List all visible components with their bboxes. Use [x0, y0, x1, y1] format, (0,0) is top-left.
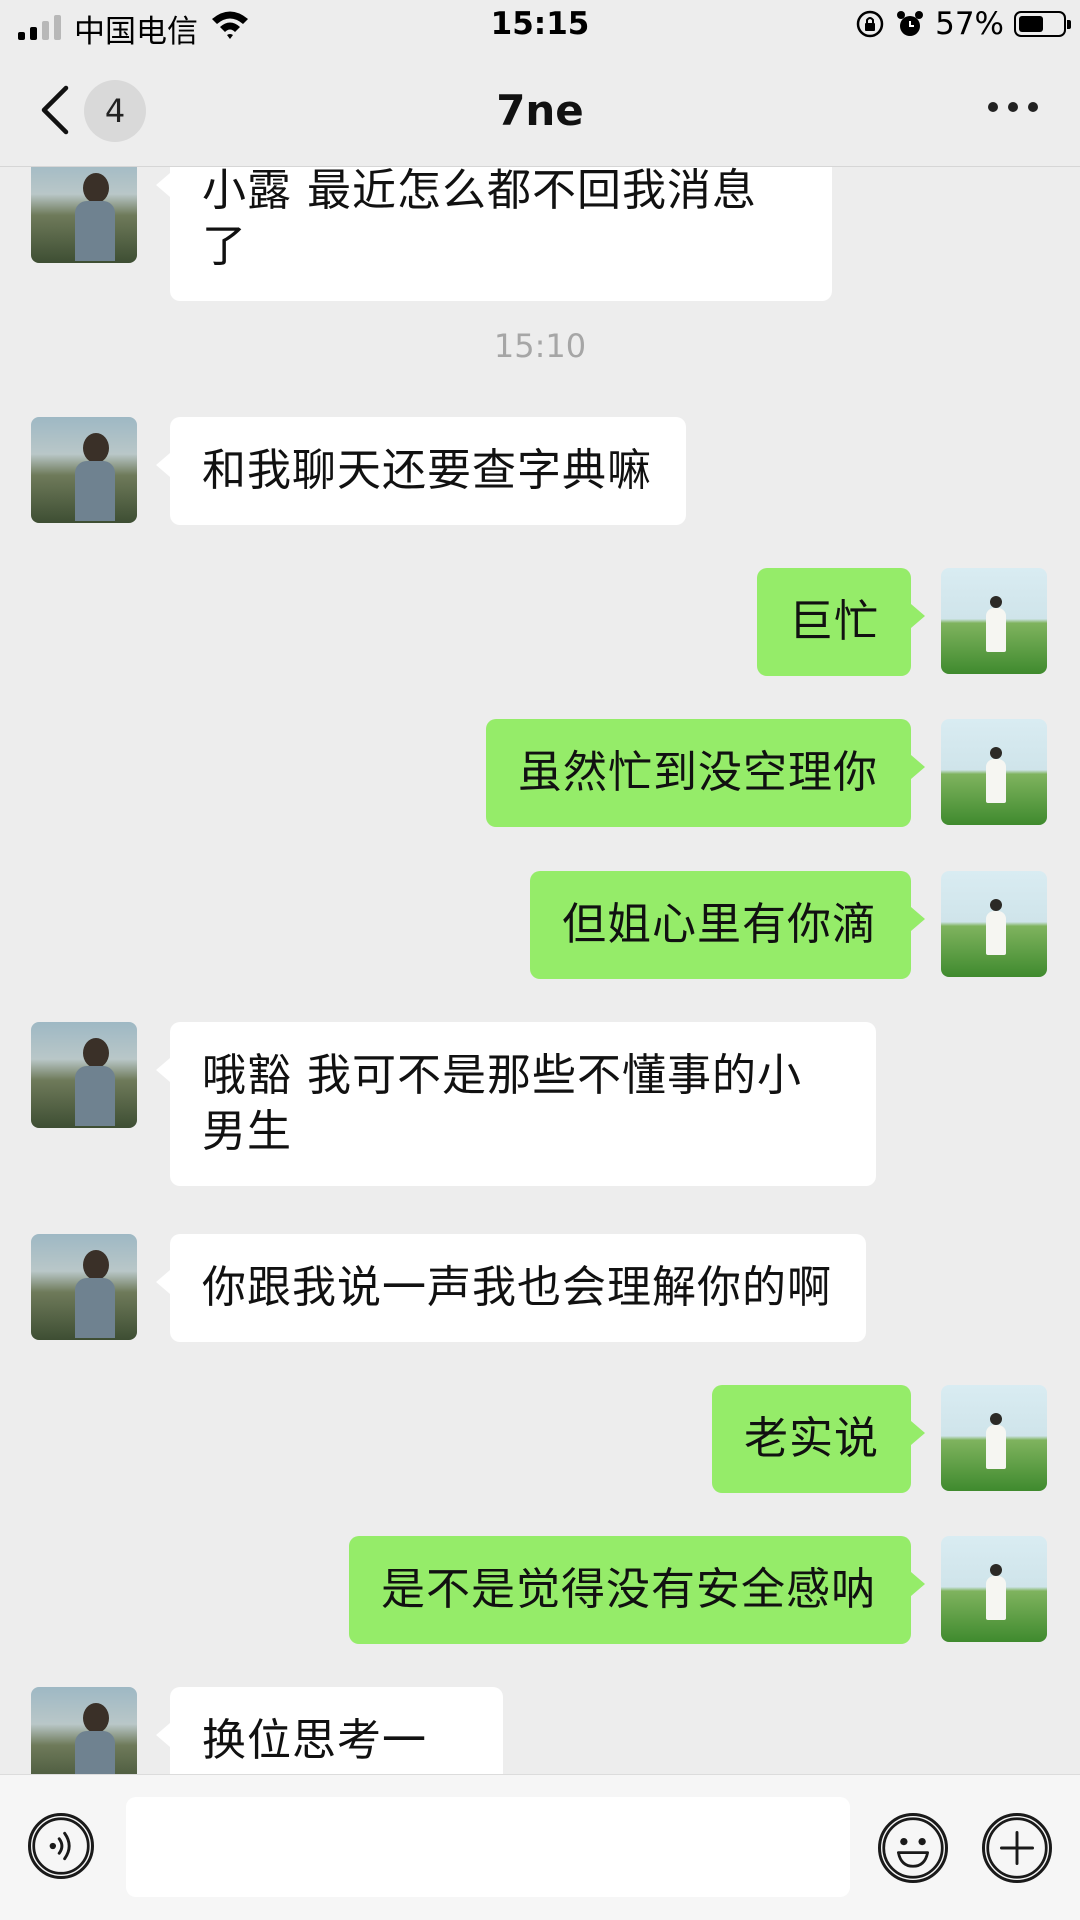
- plus-icon[interactable]: [982, 1813, 1052, 1883]
- status-right-group: 57%: [855, 6, 1071, 42]
- contact-avatar[interactable]: [31, 1234, 137, 1340]
- message-bubble[interactable]: 巨忙: [757, 568, 925, 676]
- emoji-icon[interactable]: [878, 1813, 948, 1883]
- message-bubble[interactable]: 哦豁 我可不是那些不懂事的小男生: [156, 1022, 876, 1186]
- message-bubble[interactable]: 小露 最近怎么都不回我消息了: [156, 167, 832, 301]
- alarm-icon: [897, 11, 924, 36]
- input-bar: [0, 1774, 1080, 1920]
- message-bubble[interactable]: 老实说: [712, 1385, 925, 1493]
- message-input[interactable]: [126, 1797, 850, 1897]
- status-bar: 中国电信 15:15 57%: [0, 0, 1080, 54]
- my-avatar[interactable]: [941, 719, 1047, 825]
- message-bubble[interactable]: 虽然忙到没空理你: [486, 719, 925, 827]
- message-list: 小露 最近怎么都不回我消息了 15:10 和我聊天还要查字典嘛 巨忙 虽然忙到没…: [0, 167, 1080, 1774]
- message-bubble[interactable]: 换位思考一下: [156, 1687, 503, 1774]
- my-avatar[interactable]: [941, 1536, 1047, 1642]
- time-divider: 15:10: [493, 327, 587, 365]
- contact-avatar[interactable]: [31, 417, 137, 523]
- my-avatar[interactable]: [941, 568, 1047, 674]
- message-bubble[interactable]: 你跟我说一声我也会理解你的啊: [156, 1234, 866, 1342]
- message-bubble[interactable]: 但姐心里有你滴: [530, 871, 925, 979]
- voice-icon[interactable]: [28, 1813, 94, 1879]
- battery-percent: 57%: [935, 6, 1004, 42]
- contact-avatar[interactable]: [31, 167, 137, 263]
- battery-fill: [1019, 16, 1043, 32]
- chat-screen: 中国电信 15:15 57% 4 7ne 小露 最近怎么都不回我消息了 15:1…: [0, 0, 1080, 1920]
- screen-lock-icon: [856, 10, 884, 38]
- message-bubble[interactable]: 和我聊天还要查字典嘛: [156, 417, 686, 525]
- chat-title: 7ne: [496, 86, 584, 135]
- contact-avatar[interactable]: [31, 1022, 137, 1128]
- message-bubble[interactable]: 是不是觉得没有安全感呐: [349, 1536, 925, 1644]
- my-avatar[interactable]: [941, 871, 1047, 977]
- nav-bar: 4 7ne: [0, 54, 1080, 167]
- contact-avatar[interactable]: [31, 1687, 137, 1774]
- more-dots-icon[interactable]: [988, 102, 1038, 112]
- my-avatar[interactable]: [941, 1385, 1047, 1491]
- battery-icon: [1014, 11, 1071, 37]
